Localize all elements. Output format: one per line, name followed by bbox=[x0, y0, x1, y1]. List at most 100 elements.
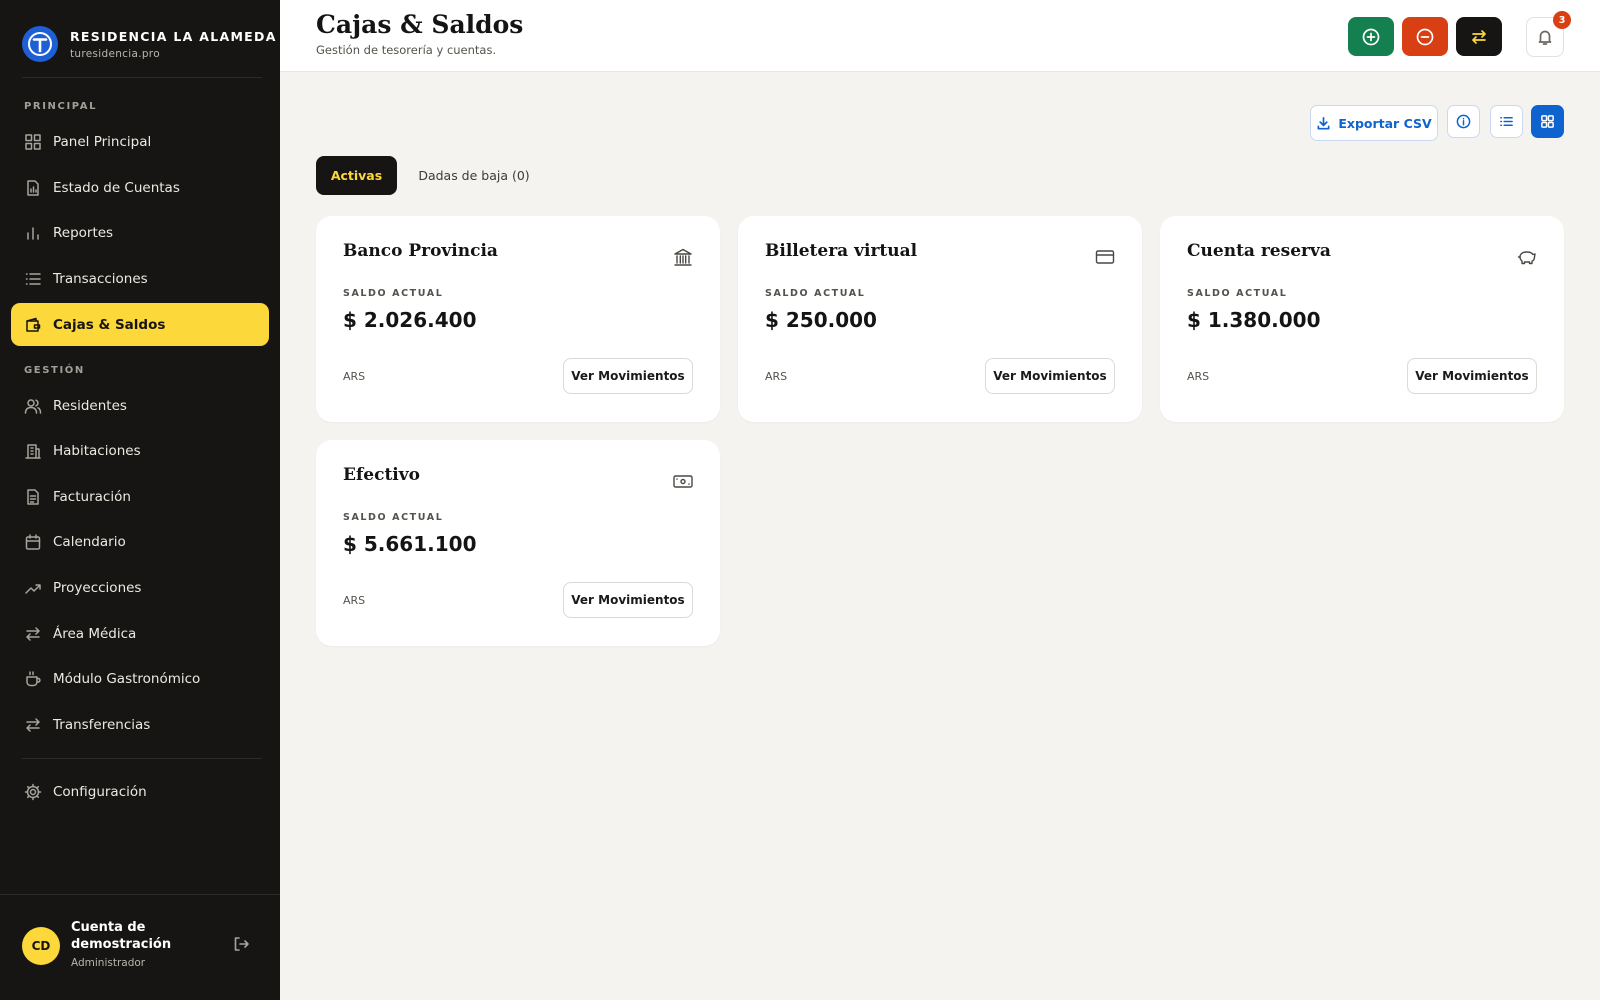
divider bbox=[22, 758, 262, 759]
building-icon bbox=[24, 442, 42, 460]
info-icon bbox=[1456, 114, 1471, 129]
sidebar-item-estado-de-cuentas[interactable]: Estado de Cuentas bbox=[11, 166, 269, 209]
sidebar-item-residentes[interactable]: Residentes bbox=[11, 384, 269, 427]
dashboard-icon bbox=[24, 133, 42, 151]
section-label-principal: PRINCIPAL bbox=[24, 101, 98, 112]
sidebar: RESIDENCIA LA ALAMEDA turesidencia.pro P… bbox=[0, 0, 280, 1000]
sidebar-item-proyecciones[interactable]: Proyecciones bbox=[11, 566, 269, 609]
gear-icon bbox=[24, 783, 42, 801]
sidebar-item-label: Transferencias bbox=[53, 716, 151, 733]
account-card: Billetera virtual SALDO ACTUAL $ 250.000… bbox=[738, 216, 1142, 422]
sidebar-item-label: Cajas & Saldos bbox=[53, 316, 166, 333]
currency-code: ARS bbox=[1187, 370, 1210, 383]
invoice-icon bbox=[24, 488, 42, 506]
sidebar-item-label: Residentes bbox=[53, 397, 127, 414]
sidebar-item-facturacion[interactable]: Facturación bbox=[11, 475, 269, 518]
avatar[interactable]: CD bbox=[22, 927, 60, 965]
bar-chart-icon bbox=[24, 224, 42, 242]
sidebar-item-modulo-gastronomico[interactable]: Módulo Gastronómico bbox=[11, 657, 269, 700]
currency-code: ARS bbox=[343, 370, 366, 383]
sidebar-item-transferencias[interactable]: Transferencias bbox=[11, 703, 269, 746]
brand[interactable]: RESIDENCIA LA ALAMEDA turesidencia.pro bbox=[22, 26, 277, 62]
currency-code: ARS bbox=[343, 594, 366, 607]
notifications-button[interactable]: 3 bbox=[1526, 11, 1571, 57]
add-expense-button[interactable] bbox=[1402, 17, 1448, 56]
users-icon bbox=[24, 397, 42, 415]
view-movements-button[interactable]: Ver Movimientos bbox=[985, 358, 1115, 394]
view-movements-button[interactable]: Ver Movimientos bbox=[563, 358, 693, 394]
account-card: Cuenta reserva SALDO ACTUAL $ 1.380.000 … bbox=[1160, 216, 1564, 422]
sidebar-item-panel-principal[interactable]: Panel Principal bbox=[11, 120, 269, 163]
balance-amount: $ 5.661.100 bbox=[343, 532, 477, 556]
minus-circle-icon bbox=[1416, 28, 1434, 45]
sidebar-item-reportes[interactable]: Reportes bbox=[11, 211, 269, 254]
list-view-button[interactable] bbox=[1490, 105, 1523, 138]
sidebar-item-label: Transacciones bbox=[53, 270, 148, 287]
grid-icon bbox=[1541, 115, 1554, 128]
sidebar-item-label: Habitaciones bbox=[53, 442, 141, 459]
page-title: Cajas & Saldos bbox=[316, 10, 524, 39]
piggy-bank-icon bbox=[1516, 246, 1538, 268]
account-name: Efectivo bbox=[343, 465, 420, 485]
cash-icon bbox=[672, 470, 694, 492]
sidebar-item-habitaciones[interactable]: Habitaciones bbox=[11, 429, 269, 472]
account-name: Banco Provincia bbox=[343, 241, 498, 261]
balance-amount: $ 250.000 bbox=[765, 308, 877, 332]
arrows-icon bbox=[24, 625, 42, 643]
coffee-icon bbox=[24, 670, 42, 688]
sidebar-item-label: Calendario bbox=[53, 533, 126, 550]
wallet-icon bbox=[24, 316, 42, 334]
balance-label: SALDO ACTUAL bbox=[765, 288, 866, 299]
sidebar-item-configuracion[interactable]: Configuración bbox=[11, 770, 269, 813]
add-income-button[interactable] bbox=[1348, 17, 1394, 56]
user-profile: CD Cuenta de demostración Administrador bbox=[0, 894, 280, 1000]
account-card: Banco Provincia SALDO ACTUAL $ 2.026.400… bbox=[316, 216, 720, 422]
account-card: Efectivo SALDO ACTUAL $ 5.661.100 ARS Ve… bbox=[316, 440, 720, 646]
plus-circle-icon bbox=[1362, 28, 1380, 45]
account-name: Billetera virtual bbox=[765, 241, 918, 261]
sidebar-item-label: Panel Principal bbox=[53, 133, 152, 150]
logout-icon[interactable] bbox=[232, 935, 252, 955]
sidebar-item-transacciones[interactable]: Transacciones bbox=[11, 257, 269, 300]
sidebar-item-label: Configuración bbox=[53, 783, 147, 800]
user-name: Cuenta de demostración bbox=[71, 920, 172, 952]
page-subtitle: Gestión de tesorería y cuentas. bbox=[316, 43, 497, 57]
balance-label: SALDO ACTUAL bbox=[343, 288, 444, 299]
balance-amount: $ 2.026.400 bbox=[343, 308, 477, 332]
arrows-icon bbox=[24, 716, 42, 734]
credit-card-icon bbox=[1094, 246, 1116, 268]
list-icon bbox=[24, 270, 42, 288]
divider bbox=[22, 77, 262, 78]
bell-icon bbox=[1538, 30, 1552, 45]
sidebar-item-label: Estado de Cuentas bbox=[53, 179, 180, 196]
report-file-icon bbox=[24, 179, 42, 197]
trend-icon bbox=[24, 579, 42, 597]
account-name: Cuenta reserva bbox=[1187, 241, 1331, 261]
balance-label: SALDO ACTUAL bbox=[343, 512, 444, 523]
user-role: Administrador bbox=[71, 957, 146, 969]
export-csv-button[interactable]: Exportar CSV bbox=[1310, 105, 1438, 141]
transfer-button[interactable] bbox=[1456, 17, 1502, 56]
view-movements-button[interactable]: Ver Movimientos bbox=[563, 582, 693, 618]
sidebar-item-label: Reportes bbox=[53, 224, 114, 241]
sidebar-item-label: Facturación bbox=[53, 488, 131, 505]
sidebar-item-cajas-saldos[interactable]: Cajas & Saldos bbox=[11, 303, 269, 346]
list-icon bbox=[1500, 117, 1513, 126]
sidebar-item-label: Área Médica bbox=[53, 625, 137, 642]
balance-amount: $ 1.380.000 bbox=[1187, 308, 1321, 332]
info-button[interactable] bbox=[1447, 105, 1480, 138]
transfer-arrows-icon bbox=[1472, 29, 1486, 44]
tab-dadas-de-baja[interactable]: Dadas de baja (0) bbox=[411, 156, 537, 195]
brand-url: turesidencia.pro bbox=[70, 47, 160, 60]
top-header: Cajas & Saldos Gestión de tesorería y cu… bbox=[280, 0, 1600, 72]
view-movements-button[interactable]: Ver Movimientos bbox=[1407, 358, 1537, 394]
bank-icon bbox=[672, 246, 694, 268]
calendar-icon bbox=[24, 533, 42, 551]
export-csv-label: Exportar CSV bbox=[1338, 115, 1432, 131]
tab-activas[interactable]: Activas bbox=[316, 156, 397, 195]
sidebar-item-area-medica[interactable]: Área Médica bbox=[11, 612, 269, 655]
sidebar-item-calendario[interactable]: Calendario bbox=[11, 520, 269, 563]
currency-code: ARS bbox=[765, 370, 788, 383]
brand-name: RESIDENCIA LA ALAMEDA bbox=[70, 28, 277, 44]
grid-view-button[interactable] bbox=[1531, 105, 1564, 138]
